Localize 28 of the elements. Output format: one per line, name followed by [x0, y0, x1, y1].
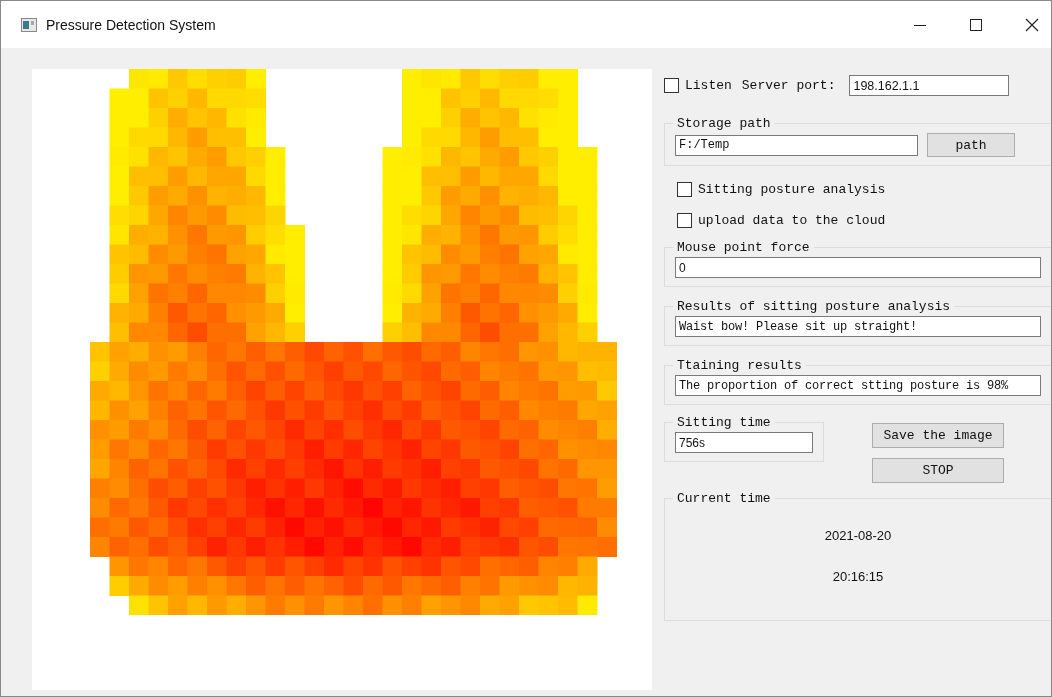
close-icon[interactable]: [1025, 17, 1039, 32]
checkbox-label: Listen: [685, 78, 732, 93]
group-title: Sitting time: [676, 415, 772, 430]
save-image-button[interactable]: Save the image: [872, 423, 1004, 448]
group-title: Ttaining results: [676, 358, 803, 373]
field-label: Server port:: [741, 78, 836, 93]
result-field[interactable]: Waist bow! Please sit up straight!: [675, 316, 1041, 337]
result-field[interactable]: The proportion of correct stting posture is 98%: [675, 375, 1041, 396]
group-title: Storage path: [676, 116, 772, 131]
maximize-icon[interactable]: [969, 17, 983, 32]
storage-path-field[interactable]: F:/Temp: [675, 134, 918, 156]
window-title: Pressure Detection System: [46, 16, 216, 33]
checkbox-label: Sitting posture analysis: [698, 182, 886, 197]
time-text: 20:16:15: [832, 569, 884, 584]
group-title: Results of sitting posture analysis: [676, 299, 952, 314]
checkbox[interactable]: [677, 213, 692, 228]
checkbox-label: upload data to the cloud: [698, 213, 886, 228]
sitting-time-field[interactable]: 756s: [675, 432, 813, 453]
checkbox[interactable]: [677, 182, 692, 197]
server-port-field[interactable]: 198.162.1.1: [849, 75, 1010, 96]
listen-checkbox[interactable]: [664, 78, 679, 93]
date-text: 2021-08-20: [824, 528, 892, 543]
group-title: Current time: [676, 491, 772, 506]
group-title: Mouse point force: [676, 240, 811, 255]
stop-button[interactable]: STOP: [872, 458, 1004, 483]
app-icon: [21, 17, 37, 32]
path-button[interactable]: path: [927, 133, 1015, 157]
force-field[interactable]: 0: [675, 257, 1041, 278]
